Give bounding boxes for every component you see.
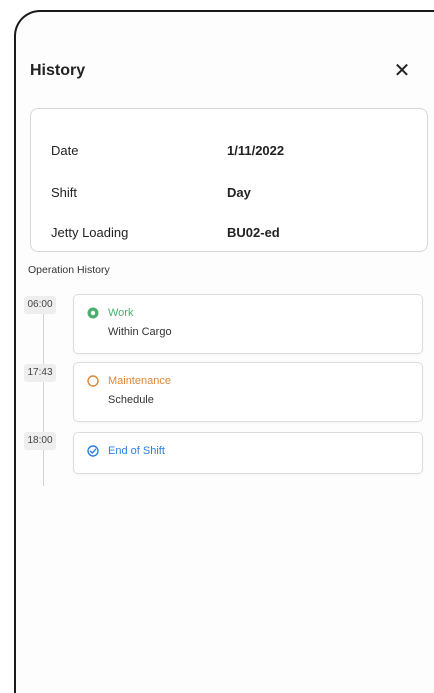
event-title: Work <box>108 307 134 319</box>
timeline-line <box>43 302 44 486</box>
hollow-circle-icon <box>87 375 99 387</box>
info-row-shift: Shift Day <box>51 185 417 205</box>
panel-header: History ✕ <box>30 60 434 86</box>
close-icon[interactable]: ✕ <box>392 60 412 82</box>
shift-value: Day <box>227 185 251 200</box>
operation-history-title: Operation History <box>28 264 110 276</box>
event-card-work[interactable]: Work Within Cargo <box>73 294 423 354</box>
event-time: 17:43 <box>24 364 56 382</box>
event-subtitle: Within Cargo <box>108 326 172 338</box>
panel-title: History <box>30 62 86 79</box>
jetty-loading-value: BU02-ed <box>227 225 280 240</box>
date-label: Date <box>51 143 79 158</box>
event-title: End of Shift <box>108 445 165 457</box>
info-row-jetty: Jetty Loading BU02-ed <box>51 225 417 245</box>
filled-circle-icon <box>87 307 99 319</box>
event-title: Maintenance <box>108 375 171 387</box>
history-panel: History ✕ Date 1/11/2022 Shift Day Jetty… <box>14 10 434 693</box>
event-subtitle: Schedule <box>108 394 154 406</box>
event-time: 18:00 <box>24 432 56 450</box>
jetty-loading-label: Jetty Loading <box>51 225 129 240</box>
date-value: 1/11/2022 <box>227 143 285 158</box>
shift-label: Shift <box>51 185 78 200</box>
event-card-end-of-shift[interactable]: End of Shift <box>73 432 423 474</box>
event-card-maintenance[interactable]: Maintenance Schedule <box>73 362 423 422</box>
event-time: 06:00 <box>24 296 56 314</box>
check-circle-icon <box>87 445 99 457</box>
info-card: Date 1/11/2022 Shift Day Jetty Loading B… <box>30 108 428 252</box>
info-row-date: Date 1/11/2022 <box>51 143 417 163</box>
